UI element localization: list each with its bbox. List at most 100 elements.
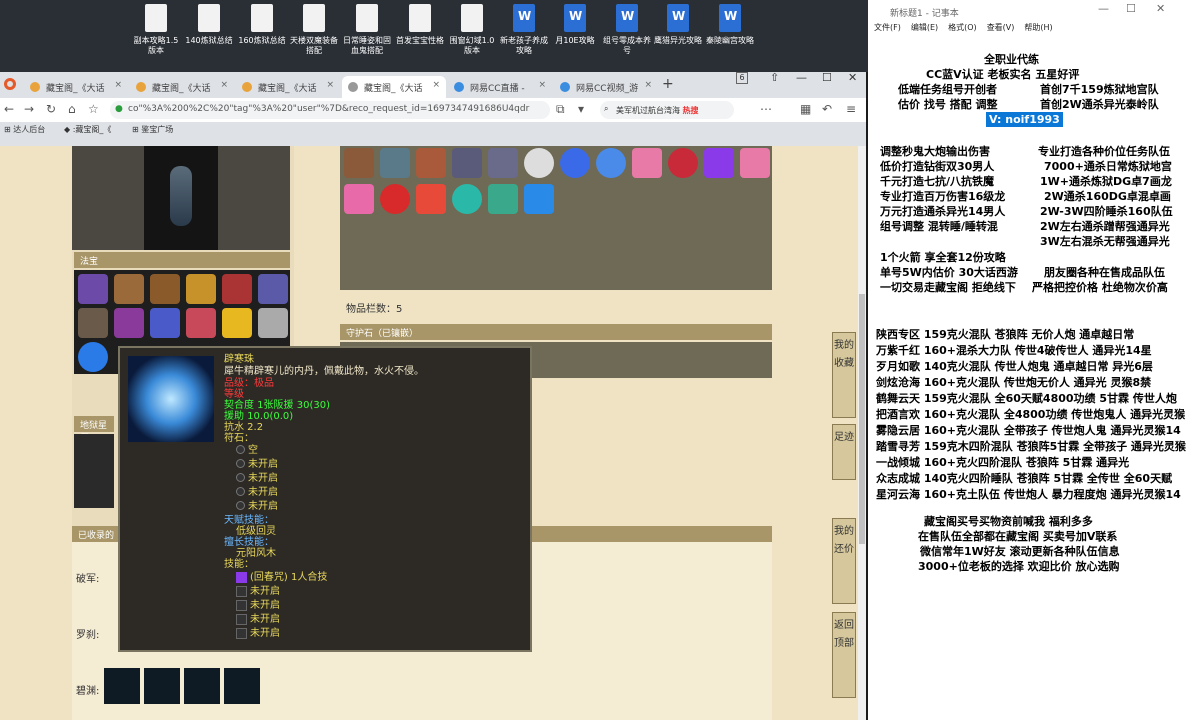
desktop-file-icon[interactable]: 日常睡姿和固血鬼搭配 (341, 4, 393, 56)
tab-count-badge[interactable]: 6 (736, 72, 748, 84)
minimize-icon[interactable]: — (1098, 2, 1109, 15)
desktop-file-icon[interactable]: 副本攻略1.5版本 (130, 4, 182, 56)
bookmark-item[interactable]: ⊞ 鉴宝广场 (132, 124, 173, 135)
fabao-item[interactable] (114, 274, 144, 304)
inventory-item[interactable] (488, 148, 518, 178)
inventory-item[interactable] (524, 148, 554, 178)
diyu-item[interactable] (74, 434, 114, 508)
menu-icon[interactable]: ≡ (846, 102, 856, 116)
inventory-item[interactable] (488, 184, 518, 214)
close-icon[interactable]: × (326, 80, 334, 90)
fabao-item[interactable] (186, 274, 216, 304)
browser-tab[interactable]: 藏宝阁_《大话 × (236, 76, 340, 98)
inventory-item[interactable] (452, 184, 482, 214)
translate-icon[interactable]: ⧉ (556, 102, 565, 117)
inventory-item[interactable] (632, 148, 662, 178)
inventory-item[interactable] (416, 148, 446, 178)
close-icon[interactable]: × (538, 80, 546, 90)
skill-entry: 未开启 (250, 614, 280, 625)
menu-format[interactable]: 格式(O) (948, 23, 977, 32)
inventory-item[interactable] (380, 184, 410, 214)
inventory-item[interactable] (380, 148, 410, 178)
undo-icon[interactable]: ↶ (822, 102, 832, 116)
close-icon[interactable]: × (220, 80, 228, 90)
close-window-icon[interactable]: ✕ (1156, 2, 1165, 15)
inventory-item[interactable] (344, 148, 374, 178)
back-to-top-button[interactable]: 返回顶部 (832, 612, 856, 698)
browser-tab[interactable]: 藏宝阁_《大话 × (130, 76, 234, 98)
close-icon[interactable]: × (644, 80, 652, 90)
fabao-item[interactable] (114, 308, 144, 338)
menu-file[interactable]: 文件(F) (874, 23, 901, 32)
fabao-item[interactable] (186, 308, 216, 338)
desktop-word-icon[interactable]: 新老孩子养成攻略 (498, 4, 550, 56)
bookmark-star-icon[interactable]: ☆ (88, 102, 99, 116)
bookmark-item[interactable]: ◆ :藏宝阁_《 (64, 124, 111, 135)
inventory-item[interactable] (344, 184, 374, 214)
desktop-word-icon[interactable]: 鹰猎异光攻略 (652, 4, 704, 46)
my-offers-button[interactable]: 我的还价 (832, 518, 856, 604)
fabao-item[interactable] (258, 274, 288, 304)
grid-icon[interactable]: ▦ (800, 102, 811, 116)
menu-view[interactable]: 查看(V) (987, 23, 1015, 32)
home-icon[interactable]: ⌂ (68, 102, 76, 116)
close-icon[interactable]: × (432, 80, 440, 90)
pin-icon[interactable]: ⇧ (770, 71, 779, 84)
desktop-word-icon[interactable]: 组号零成本养号 (601, 4, 653, 56)
menu-help[interactable]: 帮助(H) (1024, 23, 1052, 32)
maximize-icon[interactable]: ☐ (822, 71, 832, 84)
desktop-file-icon[interactable]: 围窗幻域1.0版本 (446, 4, 498, 56)
bookmark-item[interactable]: ⊞ 达人后台 (4, 124, 45, 135)
inventory-item[interactable] (704, 148, 734, 178)
collected-item[interactable] (104, 668, 140, 704)
maximize-icon[interactable]: ☐ (1126, 2, 1136, 15)
fabao-item[interactable] (222, 308, 252, 338)
my-favorites-button[interactable]: 我的收藏 (832, 332, 856, 418)
item-quality: 品级：极品 (224, 378, 274, 389)
fabao-item[interactable] (222, 274, 252, 304)
inventory-item[interactable] (668, 148, 698, 178)
rune-slot-icon (236, 459, 245, 468)
browser-tab[interactable]: 网易CC视频_游 × (554, 76, 658, 98)
inventory-item[interactable] (416, 184, 446, 214)
fabao-item[interactable] (78, 342, 108, 372)
footprint-button[interactable]: 足迹 (832, 424, 856, 480)
inventory-item[interactable] (740, 148, 770, 178)
browser-tab[interactable]: 藏宝阁_《大话 × (24, 76, 128, 98)
url-input[interactable]: ● co"%3A%200%2C%20"tag"%3A%20"user"%7D&re… (110, 101, 550, 119)
fabao-item[interactable] (258, 308, 288, 338)
fabao-item[interactable] (78, 308, 108, 338)
desktop-file-icon[interactable]: 160炼狱总结 (236, 4, 288, 46)
inventory-item[interactable] (596, 148, 626, 178)
page-scrollbar[interactable] (858, 146, 866, 720)
desktop-word-icon[interactable]: 秦陵幽宫攻略 (704, 4, 756, 46)
browser-tab[interactable]: 网易CC直播 - × (448, 76, 552, 98)
fabao-item[interactable] (150, 308, 180, 338)
inventory-item[interactable] (560, 148, 590, 178)
browser-tab-active[interactable]: 藏宝阁_《大话 × (342, 76, 446, 98)
desktop-file-icon[interactable]: 首发宝宝性格 (394, 4, 446, 46)
extensions-icon[interactable]: ⋯ (760, 102, 772, 116)
scrollbar-thumb[interactable] (859, 294, 865, 544)
new-tab-button[interactable]: + (662, 76, 674, 92)
search-input[interactable]: ⌕ 美军机过航台湾海 热搜 (600, 101, 734, 119)
collected-item[interactable] (184, 668, 220, 704)
collected-item[interactable] (224, 668, 260, 704)
collected-item[interactable] (144, 668, 180, 704)
inventory-item[interactable] (452, 148, 482, 178)
desktop-file-icon[interactable]: 天楼双魔装备搭配 (288, 4, 340, 56)
close-window-icon[interactable]: ✕ (848, 71, 857, 84)
fabao-item[interactable] (150, 274, 180, 304)
close-icon[interactable]: × (114, 80, 122, 90)
fabao-item[interactable] (78, 274, 108, 304)
refresh-icon[interactable]: ↻ (46, 102, 56, 116)
dropdown-icon[interactable]: ▾ (578, 102, 584, 116)
menu-edit[interactable]: 编辑(E) (911, 23, 938, 32)
selected-contact[interactable]: V: noif1993 (986, 112, 1063, 127)
minimize-icon[interactable]: — (796, 71, 807, 84)
desktop-word-icon[interactable]: 月10E攻略 (549, 4, 601, 46)
back-icon[interactable]: ← (4, 102, 14, 116)
forward-icon[interactable]: → (24, 102, 34, 116)
inventory-item[interactable] (524, 184, 554, 214)
desktop-file-icon[interactable]: 140炼狱总结 (183, 4, 235, 46)
